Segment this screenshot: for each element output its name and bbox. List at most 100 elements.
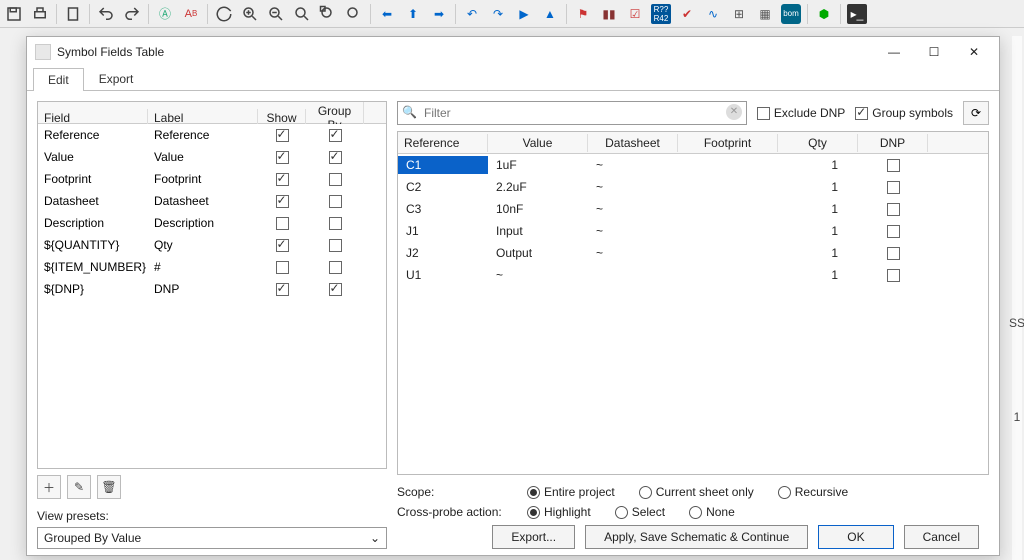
groupby-checkbox[interactable] xyxy=(329,217,342,230)
gcol-val[interactable]: Value xyxy=(488,134,588,152)
radio-entire[interactable]: Entire project xyxy=(527,485,615,499)
field-row[interactable]: ${DNP}DNP xyxy=(38,278,386,300)
show-checkbox[interactable] xyxy=(276,261,289,274)
radio-none[interactable]: None xyxy=(689,505,735,519)
clear-filter-icon[interactable]: ✕ xyxy=(726,104,742,120)
dnp-checkbox[interactable] xyxy=(887,247,900,260)
export-button[interactable]: Export... xyxy=(492,525,575,549)
titlebar: Symbol Fields Table — ☐ ✕ xyxy=(27,37,999,67)
erc-icon[interactable]: ☑ xyxy=(625,4,645,24)
gcol-ds[interactable]: Datasheet xyxy=(588,134,678,152)
dnp-checkbox[interactable] xyxy=(887,203,900,216)
maximize-button[interactable]: ☐ xyxy=(917,40,951,64)
table-row[interactable]: J2Output~1 xyxy=(398,242,988,264)
rotate-ccw-icon[interactable]: ↶ xyxy=(462,4,482,24)
groupby-checkbox[interactable] xyxy=(329,261,342,274)
footprint-assign-icon[interactable]: ⊞ xyxy=(729,4,749,24)
field-row[interactable]: ${ITEM_NUMBER}# xyxy=(38,256,386,278)
groupby-checkbox[interactable] xyxy=(329,283,342,296)
filter-input[interactable] xyxy=(397,101,747,125)
nav-up-icon[interactable]: ⬆ xyxy=(403,4,423,24)
dnp-checkbox[interactable] xyxy=(887,159,900,172)
groupby-checkbox[interactable] xyxy=(329,129,342,142)
add-field-button[interactable]: ＋ xyxy=(37,475,61,499)
minimize-button[interactable]: — xyxy=(877,40,911,64)
table-row[interactable]: J1Input~1 xyxy=(398,220,988,242)
close-button[interactable]: ✕ xyxy=(957,40,991,64)
tab-export[interactable]: Export xyxy=(84,67,149,90)
groupby-checkbox[interactable] xyxy=(329,173,342,186)
refresh-icon[interactable] xyxy=(214,4,234,24)
paste-icon[interactable] xyxy=(63,4,83,24)
zoom-auto-icon[interactable] xyxy=(344,4,364,24)
table-row[interactable]: U1~1 xyxy=(398,264,988,286)
zoom-in-icon[interactable] xyxy=(240,4,260,24)
show-checkbox[interactable] xyxy=(276,151,289,164)
gcol-qty[interactable]: Qty xyxy=(778,134,858,152)
zoom-out-icon[interactable] xyxy=(266,4,286,24)
zoom-region-icon[interactable] xyxy=(318,4,338,24)
cell-val: ~ xyxy=(488,266,588,284)
dnp-checkbox[interactable] xyxy=(887,269,900,282)
field-row[interactable]: DatasheetDatasheet xyxy=(38,190,386,212)
exclude-dnp-checkbox[interactable]: Exclude DNP xyxy=(757,106,845,120)
field-row[interactable]: ReferenceReference xyxy=(38,124,386,146)
groupby-checkbox[interactable] xyxy=(329,239,342,252)
cell-val: 1uF xyxy=(488,156,588,174)
mirror-v-icon[interactable]: ▲ xyxy=(540,4,560,24)
refresh-button[interactable]: ⟳ xyxy=(963,101,989,125)
rotate-cw-icon[interactable]: ↷ xyxy=(488,4,508,24)
print-icon[interactable] xyxy=(30,4,50,24)
gcol-dnp[interactable]: DNP xyxy=(858,134,928,152)
show-checkbox[interactable] xyxy=(276,129,289,142)
dnp-checkbox[interactable] xyxy=(887,181,900,194)
show-checkbox[interactable] xyxy=(276,195,289,208)
find-icon[interactable]: Ⓐ xyxy=(155,4,175,24)
bom-icon[interactable]: bom xyxy=(781,4,801,24)
mirror-h-icon[interactable]: ▶ xyxy=(514,4,534,24)
replace-icon[interactable]: AB xyxy=(181,4,201,24)
group-symbols-checkbox[interactable]: Group symbols xyxy=(855,106,953,120)
simulate-icon[interactable]: ∿ xyxy=(703,4,723,24)
ok-button[interactable]: OK xyxy=(818,525,893,549)
redo-icon[interactable] xyxy=(122,4,142,24)
library-icon[interactable]: ▮▮ xyxy=(599,4,619,24)
pcb-editor-icon[interactable]: ⬢ xyxy=(814,4,834,24)
symbol-editor-icon[interactable]: ⚑ xyxy=(573,4,593,24)
show-checkbox[interactable] xyxy=(276,239,289,252)
nav-fwd-icon[interactable]: ➡ xyxy=(429,4,449,24)
rename-field-button[interactable]: ✎ xyxy=(67,475,91,499)
cancel-button[interactable]: Cancel xyxy=(904,525,979,549)
undo-icon[interactable] xyxy=(96,4,116,24)
script-console-icon[interactable]: ▸_ xyxy=(847,4,867,24)
radio-select[interactable]: Select xyxy=(615,505,665,519)
gcol-ref[interactable]: Reference xyxy=(398,134,488,152)
table-row[interactable]: C22.2uF~1 xyxy=(398,176,988,198)
show-checkbox[interactable] xyxy=(276,173,289,186)
drc-icon[interactable]: ✔ xyxy=(677,4,697,24)
field-row[interactable]: DescriptionDescription xyxy=(38,212,386,234)
zoom-fit-icon[interactable] xyxy=(292,4,312,24)
nav-back-icon[interactable]: ⬅ xyxy=(377,4,397,24)
field-row[interactable]: ${QUANTITY}Qty xyxy=(38,234,386,256)
table-row[interactable]: C11uF~1 xyxy=(398,154,988,176)
gcol-fp[interactable]: Footprint xyxy=(678,134,778,152)
dnp-checkbox[interactable] xyxy=(887,225,900,238)
apply-button[interactable]: Apply, Save Schematic & Continue xyxy=(585,525,808,549)
tab-edit[interactable]: Edit xyxy=(33,68,84,91)
field-row[interactable]: FootprintFootprint xyxy=(38,168,386,190)
groupby-checkbox[interactable] xyxy=(329,195,342,208)
save-icon[interactable] xyxy=(4,4,24,24)
annotate-icon[interactable]: R??R42 xyxy=(651,4,671,24)
table-row[interactable]: C310nF~1 xyxy=(398,198,988,220)
radio-sheet[interactable]: Current sheet only xyxy=(639,485,754,499)
radio-highlight[interactable]: Highlight xyxy=(527,505,591,519)
groupby-checkbox[interactable] xyxy=(329,151,342,164)
show-checkbox[interactable] xyxy=(276,217,289,230)
radio-recursive[interactable]: Recursive xyxy=(778,485,848,499)
show-checkbox[interactable] xyxy=(276,283,289,296)
delete-field-button[interactable]: 🗑 xyxy=(97,475,121,499)
fields-table-icon[interactable]: ▦ xyxy=(755,4,775,24)
presets-select[interactable]: Grouped By Value ⌄ xyxy=(37,527,387,549)
field-row[interactable]: ValueValue xyxy=(38,146,386,168)
